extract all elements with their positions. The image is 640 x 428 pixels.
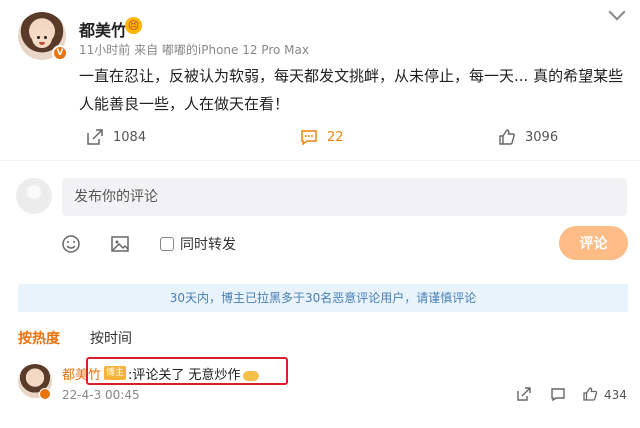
comment-icon[interactable] [550, 386, 566, 402]
comment-icon [301, 130, 317, 146]
comment-button[interactable]: 22 [300, 124, 344, 150]
repost-toggle[interactable]: 同时转发 [160, 234, 236, 254]
share-count: 1084 [113, 129, 147, 145]
avatar-eye [44, 36, 47, 39]
post-action-bar: 1084 22 3096 [0, 124, 640, 150]
share-button[interactable]: 1084 [86, 124, 146, 150]
post-meta: 11小时前 来自 嘟嘟的iPhone 12 Pro Max [79, 43, 309, 57]
emoji-icon[interactable] [61, 234, 81, 254]
post-author-name[interactable]: 都美竹 [79, 17, 127, 41]
like-count: 3096 [525, 129, 559, 145]
comment-count: 22 [327, 129, 344, 145]
share-icon [87, 129, 103, 145]
post-content: 一直在忍让，反被认为软弱，每天都发文挑衅，从未停止，每一天... 真的希望某些人… [79, 67, 624, 113]
submit-comment-button[interactable]: 评论 [559, 226, 628, 260]
verified-badge-icon: V [52, 45, 68, 61]
tab-sort-hot[interactable]: 按热度 [18, 328, 60, 348]
comment-policy-notice: 30天内，博主已拉黑多于30名恶意评论用户，请谨慎评论 [18, 284, 628, 312]
comment-like-count: 434 [604, 388, 627, 402]
comment-text-content: :评论关了 无意炒作 [128, 368, 241, 383]
comment-time: 22-4-3 00:45 [62, 388, 140, 402]
handshake-emoji-icon [242, 370, 259, 381]
comment-input[interactable] [62, 178, 627, 216]
thumbs-up-icon[interactable] [582, 386, 598, 402]
repost-label: 同时转发 [180, 237, 236, 253]
current-user-avatar [16, 178, 52, 214]
chevron-down-icon[interactable] [608, 3, 626, 21]
like-button[interactable]: 3096 [498, 124, 558, 150]
comment-text: :评论关了 无意炒作 [128, 364, 259, 383]
avatar-eye [37, 36, 40, 39]
emoji-icon: 😣 [125, 17, 142, 34]
author-tag-badge: 博主 [104, 366, 127, 380]
divider [0, 160, 640, 161]
tab-sort-time[interactable]: 按时间 [90, 328, 132, 348]
verified-badge-icon [39, 388, 51, 400]
share-icon[interactable] [516, 386, 532, 402]
repost-checkbox[interactable] [160, 237, 174, 251]
thumbs-up-icon [499, 129, 515, 145]
image-icon[interactable] [110, 234, 130, 254]
avatar-face [32, 28, 52, 48]
